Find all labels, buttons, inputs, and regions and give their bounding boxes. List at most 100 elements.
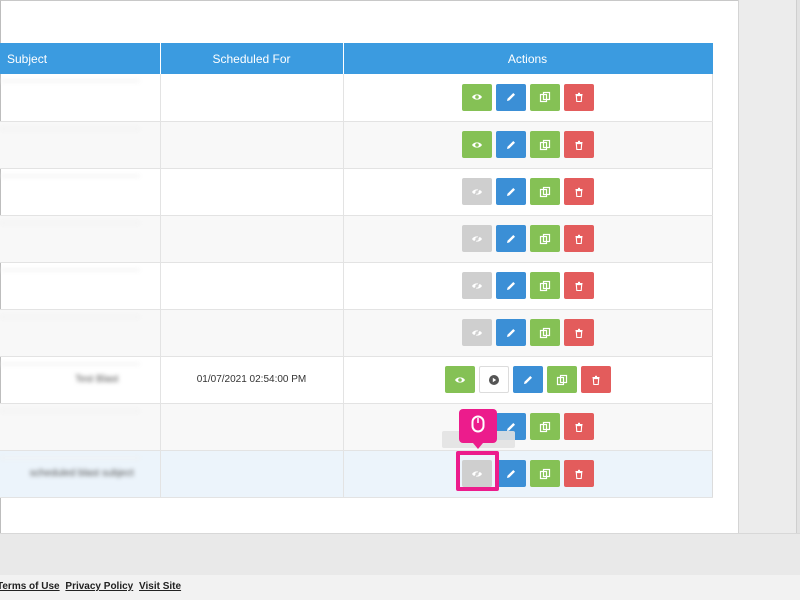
duplicate-button[interactable] xyxy=(529,460,560,487)
edit-button[interactable] xyxy=(495,460,526,487)
duplicate-button[interactable] xyxy=(529,319,560,346)
copy-icon xyxy=(539,233,551,245)
delete-button[interactable] xyxy=(580,366,611,393)
scheduled-for-cell xyxy=(160,262,344,310)
subject-cell xyxy=(0,74,161,122)
trash-icon xyxy=(573,186,585,198)
duplicate-button[interactable] xyxy=(529,413,560,440)
privacy-policy-link[interactable]: Privacy Policy xyxy=(65,581,133,592)
edit-button[interactable] xyxy=(495,225,526,252)
terms-of-use-link[interactable]: Terms of Use xyxy=(0,581,60,592)
scheduled-for-cell xyxy=(160,121,344,169)
view-button-disabled[interactable] xyxy=(461,272,492,299)
view-button[interactable] xyxy=(444,366,475,393)
view-button-disabled[interactable] xyxy=(461,178,492,205)
pencil-icon xyxy=(505,468,517,480)
actions-cell xyxy=(343,168,713,216)
actions-cell xyxy=(343,450,713,498)
row-actions xyxy=(344,131,712,158)
delete-button[interactable] xyxy=(563,319,594,346)
delete-button[interactable] xyxy=(563,225,594,252)
eye-icon xyxy=(454,374,466,386)
mouse-icon xyxy=(471,415,485,438)
window-scrollbar[interactable] xyxy=(796,0,800,533)
actions-cell xyxy=(343,121,713,169)
edit-button[interactable] xyxy=(495,319,526,346)
delete-button[interactable] xyxy=(563,413,594,440)
row-divider-shade xyxy=(0,174,140,177)
eye-icon xyxy=(471,139,483,151)
row-divider-shade xyxy=(0,362,140,365)
copy-icon xyxy=(556,374,568,386)
delete-button[interactable] xyxy=(563,83,594,111)
subject-text: Test Blast xyxy=(75,374,119,385)
column-header-scheduled-for[interactable]: Scheduled For xyxy=(160,43,344,74)
duplicate-button[interactable] xyxy=(529,131,560,158)
edit-button[interactable] xyxy=(495,178,526,205)
eye-slash-icon xyxy=(471,233,483,245)
delete-button[interactable] xyxy=(563,131,594,158)
delete-button[interactable] xyxy=(563,460,594,487)
edit-button[interactable] xyxy=(512,366,543,393)
table-row: scheduled blast subject xyxy=(0,450,713,498)
pencil-icon xyxy=(505,327,517,339)
table-row xyxy=(0,121,713,169)
row-divider-shade xyxy=(0,268,140,271)
pencil-icon xyxy=(522,374,534,386)
duplicate-button[interactable] xyxy=(546,366,577,393)
edit-button[interactable] xyxy=(495,272,526,299)
scheduled-for-cell xyxy=(160,309,344,357)
pencil-icon xyxy=(505,280,517,292)
table-row xyxy=(0,74,713,122)
eye-icon xyxy=(471,91,483,103)
column-header-subject[interactable]: Subject xyxy=(0,43,161,74)
visit-site-link[interactable]: Visit Site xyxy=(139,581,181,592)
table-row xyxy=(0,309,713,357)
scheduled-for-cell xyxy=(160,450,344,498)
subject-cell xyxy=(0,403,161,451)
scheduled-for-cell xyxy=(160,403,344,451)
scheduled-for-cell xyxy=(160,168,344,216)
subject-cell xyxy=(0,168,161,216)
footer-band xyxy=(0,533,800,575)
click-indicator xyxy=(459,409,497,449)
row-actions xyxy=(344,319,712,346)
copy-icon xyxy=(539,280,551,292)
duplicate-button[interactable] xyxy=(529,178,560,205)
view-button-disabled[interactable] xyxy=(461,319,492,346)
delete-button[interactable] xyxy=(563,178,594,205)
footer-links: Terms of Use Privacy Policy Visit Site xyxy=(0,575,800,600)
copy-icon xyxy=(539,91,551,103)
copy-icon xyxy=(539,139,551,151)
edit-button[interactable] xyxy=(495,131,526,158)
copy-icon xyxy=(539,468,551,480)
eye-slash-icon xyxy=(471,280,483,292)
trash-icon xyxy=(590,374,602,386)
eye-slash-icon xyxy=(471,327,483,339)
row-actions xyxy=(344,178,712,205)
trash-icon xyxy=(573,280,585,292)
actions-cell xyxy=(343,262,713,310)
row-divider-shade xyxy=(0,315,140,318)
view-button[interactable] xyxy=(461,131,492,158)
row-actions xyxy=(344,413,712,440)
duplicate-button[interactable] xyxy=(529,83,560,111)
click-highlight-box xyxy=(456,451,499,491)
view-button-disabled[interactable] xyxy=(461,225,492,252)
table-row xyxy=(0,262,713,310)
send-now-button[interactable] xyxy=(478,366,509,393)
actions-cell xyxy=(343,403,713,451)
row-divider-shade xyxy=(0,409,140,412)
row-actions xyxy=(344,366,712,393)
pencil-icon xyxy=(505,233,517,245)
duplicate-button[interactable] xyxy=(529,272,560,299)
row-divider-shade xyxy=(0,456,140,459)
delete-button[interactable] xyxy=(563,272,594,299)
view-button[interactable] xyxy=(461,83,492,111)
actions-cell xyxy=(343,215,713,263)
scheduled-for-cell: 01/07/2021 02:54:00 PM xyxy=(160,356,344,404)
duplicate-button[interactable] xyxy=(529,225,560,252)
edit-button[interactable] xyxy=(495,83,526,111)
row-divider-shade xyxy=(0,221,140,224)
column-header-actions: Actions xyxy=(343,43,713,74)
